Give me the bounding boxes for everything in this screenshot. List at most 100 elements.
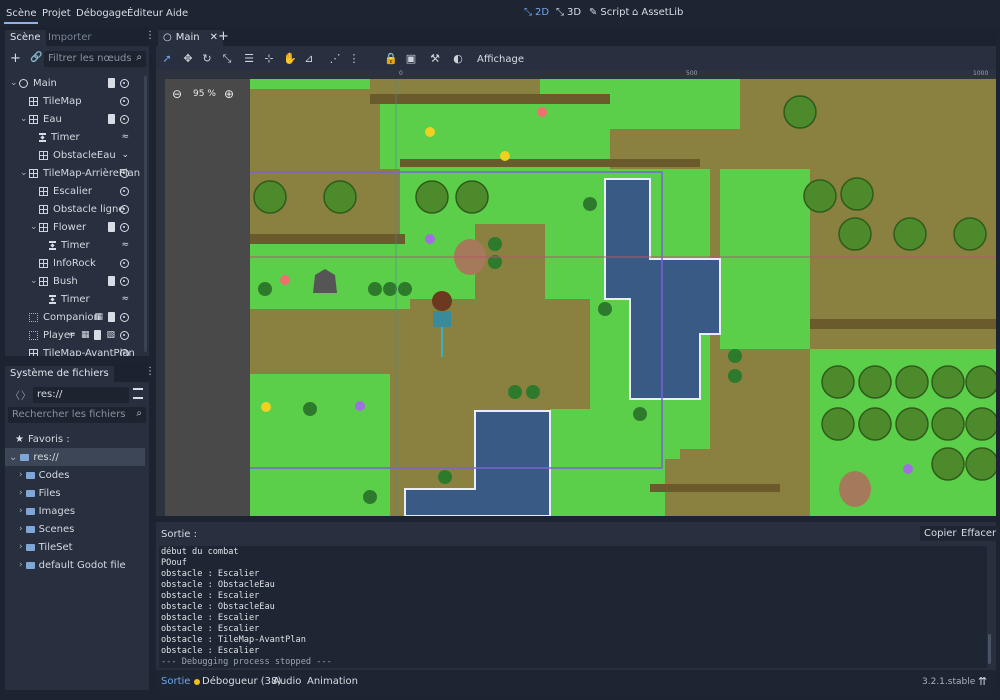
- snap-icon[interactable]: ⋰: [328, 52, 342, 66]
- tab-import[interactable]: Importer: [43, 30, 96, 46]
- pan-tool-icon[interactable]: ✋: [283, 52, 297, 66]
- zoom-level[interactable]: 95 %: [193, 89, 216, 99]
- folder-item[interactable]: › Scenes: [19, 520, 74, 538]
- view-menu[interactable]: Affichage: [477, 54, 524, 65]
- group-icon[interactable]: ▧: [106, 330, 115, 340]
- camera-icon[interactable]: ◐: [451, 52, 465, 66]
- scale-tool-icon[interactable]: ⤡: [220, 52, 234, 66]
- res-root-row[interactable]: ⌄ res://: [5, 448, 145, 466]
- chevron-right-icon[interactable]: ›: [19, 560, 23, 570]
- visibility-eye-icon[interactable]: [120, 348, 129, 356]
- workspace-2d-button[interactable]: ⤡ 2D: [524, 7, 549, 18]
- visibility-eye-icon[interactable]: [120, 96, 129, 106]
- filter-nodes-input[interactable]: Filtrer les nœuds ⌕: [44, 51, 146, 67]
- scene-tree-item[interactable]: ⌄ Main: [5, 74, 143, 92]
- script-icon[interactable]: [108, 114, 115, 124]
- visibility-eye-icon[interactable]: [120, 312, 129, 322]
- signal-icon[interactable]: ≈: [121, 240, 129, 250]
- dock-menu-icon[interactable]: ⋮: [145, 30, 155, 41]
- visibility-eye-icon[interactable]: [120, 222, 129, 232]
- new-tab-icon[interactable]: +: [218, 29, 229, 44]
- script-icon[interactable]: [94, 330, 102, 340]
- output-scrollbar[interactable]: [988, 634, 991, 664]
- signal-icon[interactable]: ≈: [121, 294, 129, 304]
- snap-options-icon[interactable]: ⋮: [347, 52, 361, 66]
- editable-children-icon[interactable]: ▦: [81, 330, 90, 340]
- list-tool-icon[interactable]: ☰: [242, 52, 256, 66]
- move-tool-icon[interactable]: ✥: [181, 52, 195, 66]
- zoom-out-icon[interactable]: ⊖: [172, 87, 182, 101]
- fs-menu-icon[interactable]: ⋮: [145, 366, 155, 377]
- select-tool-icon[interactable]: ➚: [160, 52, 174, 66]
- chevron-down-icon[interactable]: ⌄: [20, 168, 29, 178]
- folder-item[interactable]: › default Godot file: [19, 556, 126, 574]
- chevron-right-icon[interactable]: ›: [19, 488, 23, 498]
- scene-tree-item[interactable]: Companion ▦: [5, 308, 143, 326]
- script-icon[interactable]: [108, 78, 115, 88]
- add-node-icon[interactable]: +: [10, 51, 21, 66]
- scene-tree-scrollbar[interactable]: [144, 76, 147, 352]
- workspace-3d-button[interactable]: ⤡ 3D: [556, 7, 581, 18]
- visibility-eye-icon[interactable]: [120, 78, 129, 88]
- signal-icon[interactable]: ≈: [121, 132, 129, 142]
- visibility-eye-icon[interactable]: [120, 258, 129, 268]
- pivot-tool-icon[interactable]: ⊹: [262, 52, 276, 66]
- workspace-script-button[interactable]: ✎ Script: [589, 7, 629, 18]
- chevron-right-icon[interactable]: ›: [19, 470, 23, 480]
- tab-output[interactable]: Sortie: [161, 676, 190, 687]
- group-icon[interactable]: ▣: [404, 52, 418, 66]
- scene-tree-item[interactable]: Escalier: [5, 182, 143, 200]
- favorites-row[interactable]: ★ Favoris :: [15, 430, 70, 448]
- chevron-down-icon[interactable]: ⌄: [20, 114, 29, 124]
- tab-debugger[interactable]: Débogueur (38): [202, 676, 281, 687]
- zoom-in-icon[interactable]: ⊕: [224, 87, 234, 101]
- signal-icon[interactable]: ≈: [68, 330, 76, 340]
- link-icon[interactable]: 🔗: [30, 52, 42, 63]
- scene-tree-item[interactable]: ⌄ Bush: [5, 272, 143, 290]
- chevron-down-icon[interactable]: ⌄: [30, 222, 39, 232]
- copy-button[interactable]: Copier: [920, 526, 961, 541]
- script-icon[interactable]: [108, 276, 115, 286]
- chevron-down-icon[interactable]: ⌄: [121, 150, 129, 160]
- workspace-assetlib-button[interactable]: ⌂ AssetLib: [632, 7, 683, 18]
- search-files-input[interactable]: Rechercher les fichiers ⌕: [8, 407, 146, 423]
- editable-children-icon[interactable]: ▦: [94, 312, 103, 322]
- folder-item[interactable]: › Images: [19, 502, 75, 520]
- scene-tree-item[interactable]: Obstacle ligne: [5, 200, 143, 218]
- chevron-right-icon[interactable]: ›: [19, 524, 23, 534]
- scene-tree-item[interactable]: ⌄ Eau: [5, 110, 143, 128]
- pin-panel-icon[interactable]: ⇈: [978, 675, 987, 688]
- visibility-eye-icon[interactable]: [120, 204, 129, 214]
- scene-tree-item[interactable]: Timer ≈: [5, 236, 143, 254]
- lock-icon[interactable]: 🔒: [384, 52, 398, 66]
- script-icon[interactable]: [108, 312, 115, 322]
- menu-editor[interactable]: Éditeur: [127, 8, 163, 19]
- chevron-right-icon[interactable]: ›: [19, 542, 23, 552]
- chevron-right-icon[interactable]: ›: [19, 506, 23, 516]
- menu-scene[interactable]: Scène: [6, 8, 37, 19]
- folder-item[interactable]: › Files: [19, 484, 61, 502]
- tab-main[interactable]: ○ Main ✕: [158, 30, 223, 46]
- rotate-tool-icon[interactable]: ↻: [200, 52, 214, 66]
- folder-item[interactable]: › Codes: [19, 466, 69, 484]
- menu-help[interactable]: Aide: [166, 8, 188, 19]
- bone-icon[interactable]: ⚒: [428, 52, 442, 66]
- back-icon[interactable]: 〈: [10, 387, 20, 402]
- scene-tree-item[interactable]: InfoRock: [5, 254, 143, 272]
- tab-animation[interactable]: Animation: [307, 676, 358, 687]
- tab-audio[interactable]: Audio: [273, 676, 301, 687]
- visibility-eye-icon[interactable]: [120, 114, 129, 124]
- tab-scene[interactable]: Scène: [5, 30, 46, 46]
- tab-filesystem[interactable]: Système de fichiers: [5, 366, 114, 382]
- scene-tree-item[interactable]: ⌄ Flower: [5, 218, 143, 236]
- menu-project[interactable]: Projet: [42, 8, 71, 19]
- visibility-eye-icon[interactable]: [120, 276, 129, 286]
- visibility-eye-icon[interactable]: [120, 168, 129, 178]
- ruler-tool-icon[interactable]: ⊿: [302, 52, 316, 66]
- scene-tree-item[interactable]: Player ≈ ▦ ▧: [5, 326, 143, 344]
- clear-button[interactable]: Effacer: [957, 526, 1000, 541]
- menu-debug[interactable]: Débogage: [76, 8, 127, 19]
- scene-tree-item[interactable]: Timer ≈: [5, 290, 143, 308]
- folder-item[interactable]: › TileSet: [19, 538, 73, 556]
- forward-icon[interactable]: 〉: [21, 387, 31, 402]
